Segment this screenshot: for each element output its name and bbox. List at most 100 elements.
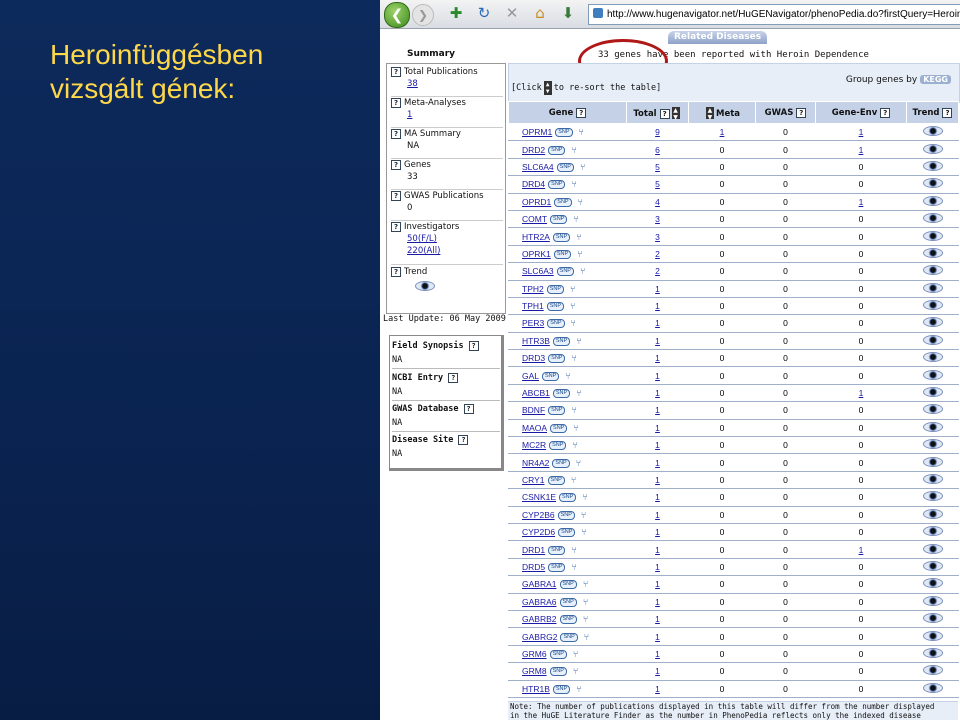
pathway-icon[interactable]: ⑂ [572, 440, 577, 450]
gene-link[interactable]: OPRD1 [522, 197, 551, 207]
trend-eye-icon[interactable] [922, 578, 943, 589]
pathway-icon[interactable]: ⑂ [582, 492, 587, 502]
gene-link[interactable]: HTR2A [522, 232, 550, 242]
total-cell[interactable]: 1 [626, 401, 689, 420]
total-cell[interactable]: 3 [626, 227, 689, 246]
trend-eye-icon[interactable] [922, 247, 943, 258]
pathway-icon[interactable]: ⑂ [580, 266, 585, 276]
snp-badge[interactable]: SNP [548, 406, 566, 416]
pathway-icon[interactable]: ⑂ [583, 614, 588, 624]
total-cell[interactable]: 3 [626, 210, 689, 229]
pathway-icon[interactable]: ⑂ [570, 301, 575, 311]
pathway-icon[interactable]: ⑂ [577, 249, 582, 259]
gene-link[interactable]: TPH2 [522, 284, 544, 294]
help-icon[interactable]: ? [391, 267, 401, 277]
gene-link[interactable]: SLC6A3 [522, 266, 554, 276]
back-button[interactable]: ❮ [384, 2, 410, 28]
help-icon[interactable]: ? [463, 404, 474, 414]
snp-badge[interactable]: SNP [546, 284, 565, 294]
gene-link[interactable]: CRY1 [522, 475, 545, 485]
pathway-icon[interactable]: ⑂ [573, 649, 578, 659]
snp-badge[interactable]: SNP [556, 162, 574, 172]
refresh-icon[interactable]: ↻ [474, 3, 494, 23]
total-cell[interactable]: 1 [626, 627, 689, 646]
related-diseases-tab[interactable]: Related Diseases [668, 31, 768, 44]
trend-eye-icon[interactable] [922, 491, 943, 502]
trend-eye-icon[interactable] [922, 508, 943, 519]
col-gwas[interactable]: GWAS? [755, 101, 816, 124]
help-icon[interactable]: ? [391, 67, 401, 77]
col-meta[interactable]: ▲ ▼ Meta [688, 101, 756, 124]
pathway-icon[interactable]: ⑂ [576, 336, 581, 346]
pathway-icon[interactable]: ⑂ [573, 666, 578, 676]
pathway-icon[interactable]: ⑂ [571, 318, 576, 328]
pathway-icon[interactable]: ⑂ [571, 475, 576, 485]
snp-badge[interactable]: SNP [542, 371, 560, 381]
snp-badge[interactable]: SNP [559, 597, 577, 607]
gene-env-cell[interactable]: 1 [815, 540, 907, 559]
total-cell[interactable]: 1 [626, 366, 689, 385]
snp-badge[interactable]: SNP [552, 232, 571, 242]
snp-badge[interactable]: SNP [550, 215, 568, 225]
total-publications-link[interactable]: 38 [407, 79, 503, 89]
total-cell[interactable]: 1 [626, 453, 689, 472]
total-cell[interactable]: 1 [626, 593, 689, 611]
trend-eye-icon[interactable] [922, 665, 943, 676]
trend-eye-icon[interactable] [922, 630, 943, 641]
gene-link[interactable]: NR4A2 [522, 458, 549, 468]
col-gene[interactable]: Gene? [508, 101, 627, 124]
snp-badge[interactable]: SNP [555, 128, 573, 138]
gene-link[interactable]: HTR1B [522, 684, 550, 694]
snp-badge[interactable]: SNP [548, 145, 566, 155]
trend-eye-icon[interactable] [922, 526, 943, 537]
pathway-icon[interactable]: ⑂ [571, 145, 576, 155]
trend-eye-icon[interactable] [922, 265, 943, 276]
gene-link[interactable]: SLC6A4 [522, 162, 554, 172]
total-cell[interactable]: 5 [626, 175, 689, 194]
kegg-button[interactable]: KEGG [920, 75, 951, 84]
pathway-icon[interactable]: ⑂ [581, 510, 586, 520]
trend-eye-icon[interactable] [922, 317, 943, 328]
gene-link[interactable]: DRD5 [522, 562, 545, 572]
pathway-icon[interactable]: ⑂ [578, 197, 583, 207]
gene-link[interactable]: CYP2B6 [522, 510, 555, 520]
gene-link[interactable]: GAL [522, 371, 539, 381]
pathway-icon[interactable]: ⑂ [571, 353, 576, 363]
snp-badge[interactable]: SNP [552, 336, 571, 346]
pathway-icon[interactable]: ⑂ [576, 458, 581, 468]
pathway-icon[interactable]: ⑂ [571, 405, 576, 415]
total-cell[interactable]: 9 [626, 123, 689, 142]
trend-eye-icon[interactable] [922, 560, 943, 571]
help-icon[interactable]: ? [391, 129, 401, 139]
total-cell[interactable]: 6 [626, 140, 689, 159]
total-cell[interactable]: 2 [626, 245, 689, 264]
add-bookmark-icon[interactable]: ✚ [446, 3, 466, 23]
gene-link[interactable]: HTR3B [522, 336, 550, 346]
gene-link[interactable]: OPRM1 [522, 127, 552, 137]
total-cell[interactable]: 2 [626, 262, 689, 281]
trend-eye-icon[interactable] [922, 421, 943, 432]
gene-link[interactable]: GRM6 [522, 649, 547, 659]
pathway-icon[interactable]: ⑂ [576, 232, 581, 242]
snp-badge[interactable]: SNP [552, 458, 570, 468]
meta-analyses-link[interactable]: 1 [407, 110, 503, 120]
total-cell[interactable]: 1 [626, 610, 689, 629]
trend-eye-icon[interactable] [922, 143, 943, 154]
total-cell[interactable]: 1 [626, 558, 689, 577]
snp-badge[interactable]: SNP [553, 249, 572, 259]
trend-eye-icon[interactable] [922, 456, 943, 467]
total-cell[interactable]: 1 [626, 349, 689, 368]
gene-link[interactable]: DRD1 [522, 545, 545, 555]
col-gene-env[interactable]: Gene-Env? [815, 101, 907, 124]
gene-link[interactable]: GRM8 [522, 666, 547, 676]
home-icon[interactable]: ⌂ [530, 3, 550, 23]
download-icon[interactable]: ⬇ [558, 3, 578, 23]
gene-link[interactable]: GABRB2 [522, 614, 557, 624]
trend-eye-icon[interactable] [922, 387, 943, 398]
pathway-icon[interactable]: ⑂ [584, 632, 589, 642]
snp-badge[interactable]: SNP [560, 632, 578, 642]
gene-link[interactable]: TPH1 [522, 301, 544, 311]
trend-eye-icon[interactable] [922, 352, 943, 363]
gene-env-cell[interactable]: 1 [815, 140, 907, 159]
trend-eye-icon[interactable] [922, 404, 943, 415]
